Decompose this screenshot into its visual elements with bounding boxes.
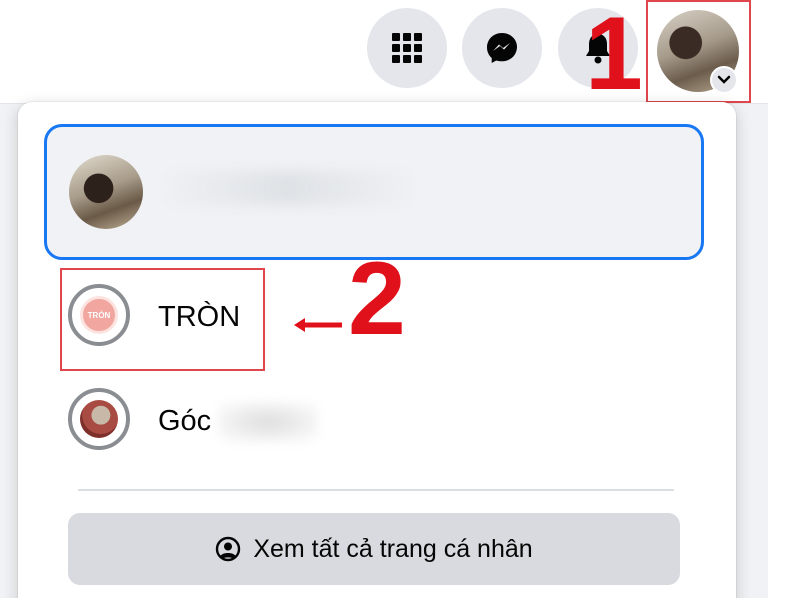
page-label: Góc: [158, 405, 212, 437]
menu-button[interactable]: [367, 8, 447, 88]
scrollbar[interactable]: [768, 0, 800, 598]
switch-profile-icon: [216, 536, 241, 562]
grid-menu-icon: [392, 33, 422, 63]
messenger-icon: [487, 33, 517, 63]
annotation-highlight-box: [60, 268, 265, 371]
menu-divider: [78, 489, 674, 491]
annotation-step-2: 2: [348, 241, 406, 357]
account-chevron: [710, 66, 738, 94]
switch-page-icon: [68, 388, 130, 450]
current-profile-card[interactable]: [44, 124, 704, 260]
page-logo-goc: [80, 400, 118, 438]
blurred-profile-name: [157, 171, 417, 205]
profile-avatar: [69, 155, 143, 229]
annotation-step-1: 1: [585, 0, 643, 112]
annotation-arrow-icon: [294, 318, 342, 332]
account-menu-button[interactable]: [646, 0, 751, 103]
blurred-page-name: [218, 402, 318, 442]
page-item-goc[interactable]: Góc: [60, 372, 680, 472]
page: 1 TRÒN TRÒN 2 Góc Xem tất cả trang cá nh…: [0, 0, 800, 598]
messenger-button[interactable]: [462, 8, 542, 88]
see-all-profiles-button[interactable]: Xem tất cả trang cá nhân: [68, 513, 680, 585]
chevron-down-icon: [717, 75, 731, 84]
see-all-label: Xem tất cả trang cá nhân: [253, 534, 533, 563]
